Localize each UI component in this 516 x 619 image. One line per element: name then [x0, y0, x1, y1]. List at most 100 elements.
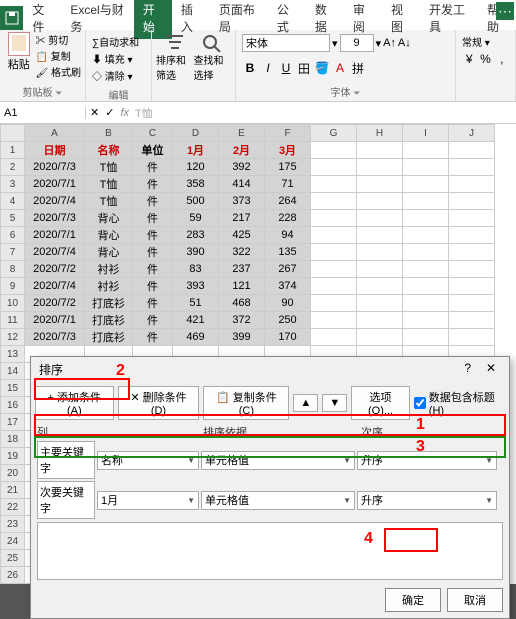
- data-cell[interactable]: 322: [219, 244, 265, 261]
- share-icon[interactable]: ⋯: [496, 2, 514, 20]
- copy-condition-button[interactable]: 📋 复制条件(C): [203, 386, 289, 420]
- row-header[interactable]: 10: [1, 295, 25, 312]
- secondary-basis-select[interactable]: 单元格值▼: [201, 491, 355, 510]
- data-cell[interactable]: 2020/7/4: [25, 278, 85, 295]
- add-condition-button[interactable]: + 添加条件(A): [35, 386, 114, 420]
- font-name-select[interactable]: [242, 34, 330, 52]
- row-header[interactable]: 24: [1, 533, 25, 550]
- bold-button[interactable]: B: [242, 60, 258, 76]
- data-cell[interactable]: 83: [173, 261, 219, 278]
- col-header-G[interactable]: G: [311, 125, 357, 142]
- table-header[interactable]: 名称: [85, 142, 133, 159]
- data-cell[interactable]: 217: [219, 210, 265, 227]
- options-button[interactable]: 选项(O)...: [351, 386, 410, 420]
- data-cell[interactable]: 2020/7/4: [25, 193, 85, 210]
- data-cell[interactable]: 2020/7/3: [25, 210, 85, 227]
- move-up-button[interactable]: ▲: [293, 394, 318, 412]
- data-cell[interactable]: 71: [265, 176, 311, 193]
- col-header-I[interactable]: I: [403, 125, 449, 142]
- primary-column-select[interactable]: 名称▼: [97, 451, 199, 470]
- currency-button[interactable]: ¥: [462, 51, 476, 67]
- data-cell[interactable]: 件: [133, 261, 173, 278]
- data-cell[interactable]: 件: [133, 210, 173, 227]
- row-header[interactable]: 12: [1, 329, 25, 346]
- table-header[interactable]: 单位: [133, 142, 173, 159]
- data-cell[interactable]: 135: [265, 244, 311, 261]
- copy-button[interactable]: 📋 复制: [36, 48, 81, 63]
- data-cell[interactable]: 90: [265, 295, 311, 312]
- data-cell[interactable]: 373: [219, 193, 265, 210]
- row-header[interactable]: 14: [1, 363, 25, 380]
- row-header[interactable]: 7: [1, 244, 25, 261]
- percent-button[interactable]: %: [478, 51, 492, 67]
- fill-button[interactable]: ⬇ 填充 ▾: [92, 51, 145, 66]
- data-cell[interactable]: T恤: [85, 176, 133, 193]
- data-cell[interactable]: 2020/7/1: [25, 312, 85, 329]
- row-header[interactable]: 19: [1, 448, 25, 465]
- row-header[interactable]: 15: [1, 380, 25, 397]
- help-icon[interactable]: ?: [458, 361, 478, 375]
- data-cell[interactable]: 264: [265, 193, 311, 210]
- close-icon[interactable]: ✕: [481, 361, 501, 375]
- data-cell[interactable]: 件: [133, 295, 173, 312]
- autosum-button[interactable]: ∑自动求和: [92, 34, 145, 49]
- data-cell[interactable]: 2020/7/4: [25, 244, 85, 261]
- phonetic-button[interactable]: 拼: [350, 60, 366, 76]
- delete-condition-button[interactable]: ✕ 删除条件(D): [118, 386, 200, 420]
- format-painter-button[interactable]: 🖌 格式刷: [36, 64, 81, 79]
- row-header[interactable]: 25: [1, 550, 25, 567]
- row-header[interactable]: 6: [1, 227, 25, 244]
- row-header[interactable]: 4: [1, 193, 25, 210]
- data-cell[interactable]: 件: [133, 159, 173, 176]
- data-cell[interactable]: 250: [265, 312, 311, 329]
- italic-button[interactable]: I: [260, 60, 276, 76]
- data-cell[interactable]: 228: [265, 210, 311, 227]
- decrease-font-icon[interactable]: A↓: [398, 37, 411, 49]
- primary-order-select[interactable]: 升序▼: [357, 451, 497, 470]
- ok-button[interactable]: 确定: [385, 588, 441, 612]
- col-header-A[interactable]: A: [25, 125, 85, 142]
- fill-color-button[interactable]: 🪣: [314, 60, 330, 76]
- data-cell[interactable]: 390: [173, 244, 219, 261]
- row-header[interactable]: 2: [1, 159, 25, 176]
- row-header[interactable]: 26: [1, 567, 25, 584]
- border-button[interactable]: 田: [296, 60, 312, 76]
- save-icon[interactable]: [0, 6, 23, 30]
- row-header[interactable]: 17: [1, 414, 25, 431]
- row-header[interactable]: 18: [1, 431, 25, 448]
- col-header-B[interactable]: B: [85, 125, 133, 142]
- data-cell[interactable]: 469: [173, 329, 219, 346]
- data-cell[interactable]: 121: [219, 278, 265, 295]
- data-cell[interactable]: 392: [219, 159, 265, 176]
- fx-icon[interactable]: fx: [120, 107, 129, 119]
- data-cell[interactable]: 372: [219, 312, 265, 329]
- move-down-button[interactable]: ▼: [322, 394, 347, 412]
- data-cell[interactable]: 425: [219, 227, 265, 244]
- data-cell[interactable]: 2020/7/1: [25, 227, 85, 244]
- data-cell[interactable]: 件: [133, 176, 173, 193]
- data-cell[interactable]: T恤: [85, 159, 133, 176]
- data-cell[interactable]: 2020/7/3: [25, 159, 85, 176]
- data-cell[interactable]: 237: [219, 261, 265, 278]
- data-cell[interactable]: 件: [133, 227, 173, 244]
- row-header[interactable]: 1: [1, 142, 25, 159]
- data-cell[interactable]: 59: [173, 210, 219, 227]
- row-header[interactable]: 21: [1, 482, 25, 499]
- data-cell[interactable]: 175: [265, 159, 311, 176]
- data-cell[interactable]: 2020/7/2: [25, 295, 85, 312]
- name-box[interactable]: A1: [0, 107, 86, 119]
- data-cell[interactable]: 背心: [85, 227, 133, 244]
- data-cell[interactable]: 358: [173, 176, 219, 193]
- data-cell[interactable]: 件: [133, 244, 173, 261]
- cut-button[interactable]: ✂ 剪切: [36, 32, 81, 47]
- data-cell[interactable]: 件: [133, 193, 173, 210]
- col-header-D[interactable]: D: [173, 125, 219, 142]
- col-header-J[interactable]: J: [449, 125, 495, 142]
- data-cell[interactable]: 打底衫: [85, 295, 133, 312]
- confirm-formula-icon[interactable]: ✓: [105, 106, 114, 119]
- row-header[interactable]: 5: [1, 210, 25, 227]
- data-cell[interactable]: 393: [173, 278, 219, 295]
- data-cell[interactable]: T恤: [85, 193, 133, 210]
- data-cell[interactable]: 500: [173, 193, 219, 210]
- row-header[interactable]: 11: [1, 312, 25, 329]
